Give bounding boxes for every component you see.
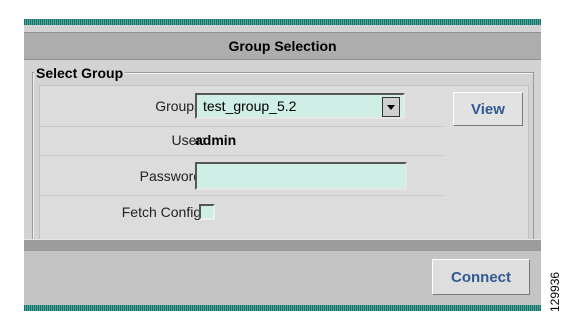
figure-id: 129936 [548,271,562,312]
dialog-title: Group Selection [24,32,541,60]
dialog-footer: Connect [24,251,541,305]
groups-row: Groups: test_group_5.2 [40,86,443,127]
fetch-config-checkbox[interactable] [199,204,215,220]
bottom-accent-stripe [24,305,541,311]
view-button[interactable]: View [453,92,523,126]
password-field[interactable] [195,162,407,190]
select-group-form: Groups: test_group_5.2 View User: admin … [39,85,529,245]
fetch-config-label: Fetch Config: [121,204,205,220]
select-group-legend: Select Group [34,65,126,81]
group-selection-dialog: Group Selection Select Group Groups: tes… [24,25,541,305]
groups-select-value: test_group_5.2 [203,98,297,114]
user-value: admin [195,132,237,148]
user-row: User: admin [40,126,443,156]
password-row: Password: [40,155,443,196]
groups-select[interactable]: test_group_5.2 [195,93,405,119]
connect-button[interactable]: Connect [432,259,530,295]
fetch-config-row: Fetch Config: [40,195,443,230]
dropdown-arrow-icon[interactable] [382,97,400,117]
